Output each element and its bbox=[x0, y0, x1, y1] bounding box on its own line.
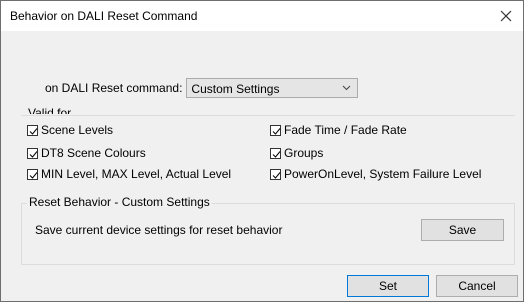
chevron-down-icon bbox=[343, 85, 351, 91]
checkbox-box[interactable] bbox=[27, 168, 38, 180]
check-icon bbox=[29, 150, 38, 158]
check-icon bbox=[272, 150, 281, 158]
checkbox-poweron-failure-level[interactable]: PowerOnLevel, System Failure Level bbox=[270, 166, 481, 182]
checkbox-box[interactable] bbox=[270, 168, 281, 180]
close-icon bbox=[500, 10, 512, 22]
checkbox-label: DT8 Scene Colours bbox=[41, 146, 146, 160]
cancel-button[interactable]: Cancel bbox=[436, 275, 518, 297]
save-button[interactable]: Save bbox=[421, 219, 504, 241]
checkbox-label: PowerOnLevel, System Failure Level bbox=[284, 167, 482, 181]
valid-for-legend: Valid for bbox=[27, 107, 73, 114]
set-button[interactable]: Set bbox=[347, 275, 429, 297]
checkbox-label: Scene Levels bbox=[41, 123, 114, 137]
checkbox-box[interactable] bbox=[270, 124, 281, 136]
checkbox-scene-levels[interactable]: Scene Levels bbox=[27, 122, 113, 138]
reset-command-label: on DALI Reset command: bbox=[45, 81, 183, 95]
reset-command-value: Custom Settings bbox=[191, 82, 280, 96]
checkbox-box[interactable] bbox=[270, 147, 281, 159]
check-icon bbox=[29, 127, 38, 135]
reset-behavior-legend: Reset Behavior - Custom Settings bbox=[27, 195, 212, 209]
checkbox-label: Fade Time / Fade Rate bbox=[284, 123, 407, 137]
checkbox-groups[interactable]: Groups bbox=[270, 145, 323, 161]
check-icon bbox=[272, 171, 281, 179]
checkbox-label: MIN Level, MAX Level, Actual Level bbox=[41, 167, 232, 181]
dialog-window: Behavior on DALI Reset Command on DALI R… bbox=[0, 0, 524, 302]
checkbox-box[interactable] bbox=[27, 124, 38, 136]
reset-command-dropdown[interactable]: Custom Settings bbox=[186, 78, 359, 98]
check-icon bbox=[29, 171, 38, 179]
window-title: Behavior on DALI Reset Command bbox=[10, 9, 198, 23]
checkbox-fade-time-rate[interactable]: Fade Time / Fade Rate bbox=[270, 122, 407, 138]
title-bar: Behavior on DALI Reset Command bbox=[1, 1, 523, 31]
checkbox-box[interactable] bbox=[27, 147, 38, 159]
reset-command-row: on DALI Reset command: Custom Settings bbox=[45, 77, 359, 99]
close-button[interactable] bbox=[495, 5, 517, 27]
checkbox-label: Groups bbox=[284, 146, 324, 160]
checkbox-min-max-actual-level[interactable]: MIN Level, MAX Level, Actual Level bbox=[27, 166, 231, 182]
save-description: Save current device settings for reset b… bbox=[35, 223, 283, 237]
check-icon bbox=[272, 127, 281, 135]
checkbox-dt8-scene-colours[interactable]: DT8 Scene Colours bbox=[27, 145, 146, 161]
